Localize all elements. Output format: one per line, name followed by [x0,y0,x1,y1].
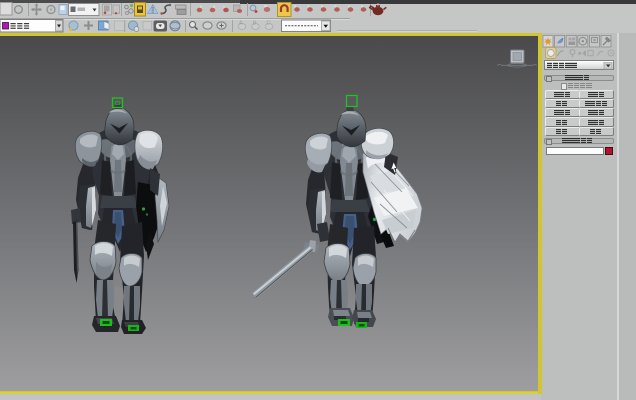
svg-text:C: C [267,21,271,27]
